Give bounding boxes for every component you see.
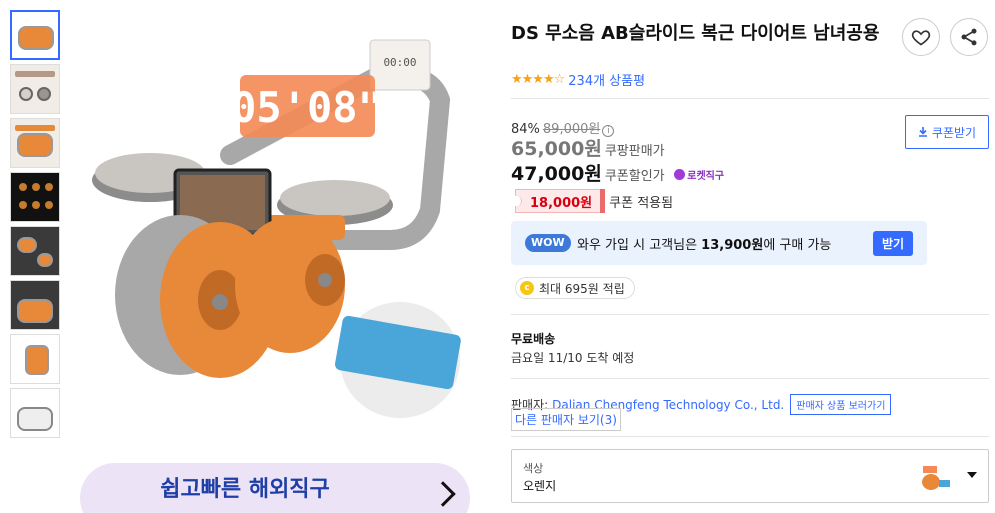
thumbnail-dot: [32, 201, 40, 209]
wow-receive-button[interactable]: 받기: [873, 231, 913, 256]
other-sellers-button[interactable]: 다른 판매자 보기(3): [511, 408, 621, 431]
thumbnail-4[interactable]: [10, 172, 60, 222]
thumbnail-art: [37, 87, 51, 101]
mini-timer-text: 00:00: [383, 56, 416, 69]
thumbnail-art: [17, 299, 53, 323]
coupon-applied-row: 18,000원 쿠폰 적용됨: [515, 189, 673, 213]
rating-row[interactable]: ★★★★☆ 234개 상품평: [511, 70, 645, 89]
points-badge: c 최대 695원 적립: [515, 277, 635, 299]
timer-display-text: 05'08": [231, 83, 383, 132]
thumbnail-dot: [45, 183, 53, 191]
wow-badge: WOW: [525, 234, 571, 252]
coupon-price-row: 47,000원 쿠폰할인가 로켓직구: [511, 159, 724, 186]
thumbnail-art: [17, 237, 37, 253]
option-label: 색상: [523, 462, 544, 475]
thumbnail-art: [25, 345, 49, 375]
share-button[interactable]: [950, 18, 988, 56]
ab-roller-illustration: 00:00 05'08": [92, 39, 461, 418]
delivery-date: 금요일 11/10 도착 예정: [511, 351, 635, 365]
coupang-price-label: 쿠팡판매가: [604, 144, 665, 159]
thumbnail-art: [19, 87, 33, 101]
chevron-right-icon: [430, 481, 456, 507]
review-count-link[interactable]: 234개 상품평: [568, 70, 645, 89]
wow-price: 13,900원: [701, 238, 764, 253]
thumbnail-2[interactable]: [10, 64, 60, 114]
thumbnail-5[interactable]: [10, 226, 60, 276]
product-title: DS 무소음 AB슬라이드 복근 다이어트 남녀공용: [511, 23, 880, 44]
thumbnail-1[interactable]: [10, 10, 60, 60]
seller-products-link[interactable]: 판매자 상품 보러가기: [790, 394, 892, 415]
color-option-select[interactable]: 색상 오렌지: [511, 449, 989, 503]
divider: [511, 98, 989, 99]
divider: [511, 436, 989, 437]
wow-text-suffix: 에 구매 가능: [763, 238, 832, 253]
download-icon: [918, 127, 927, 137]
get-coupon-button[interactable]: 쿠폰받기: [905, 115, 989, 149]
wow-text-prefix: 와우 가입 시 고객님은: [577, 238, 702, 253]
thumbnail-art: [17, 407, 53, 431]
rating-stars: ★★★★☆: [511, 72, 565, 87]
wishlist-button[interactable]: [902, 18, 940, 56]
rocket-label: 로켓직구: [687, 171, 725, 182]
points-text: 최대 695원 적립: [539, 281, 625, 296]
share-icon: [961, 28, 977, 46]
banner-headline: 쉽고빠른 해외직구: [160, 477, 330, 502]
coupon-applied-label: 쿠폰 적용됨: [609, 195, 674, 211]
chevron-down-icon: [967, 472, 977, 478]
thumbnail-7[interactable]: [10, 334, 60, 384]
get-coupon-label: 쿠폰받기: [931, 125, 977, 140]
divider: [511, 378, 989, 379]
thumbnail-3[interactable]: [10, 118, 60, 168]
thumbnail-art: [37, 253, 53, 267]
coupang-price-row: 65,000원 쿠팡판매가: [511, 134, 665, 161]
shipping-title: 무료배송: [511, 332, 556, 346]
thumbnail-6[interactable]: [10, 280, 60, 330]
divider: [511, 314, 989, 315]
coupon-price-label: 쿠폰할인가: [604, 169, 665, 184]
option-thumbnail: [919, 460, 951, 492]
thumbnail-8[interactable]: [10, 388, 60, 438]
thumbnail-art: [15, 71, 55, 77]
coupang-price: 65,000원: [511, 138, 602, 160]
wow-membership-box: WOW 와우 가입 시 고객님은 13,900원에 구매 가능 받기: [511, 221, 927, 265]
thumbnail-dot: [32, 183, 40, 191]
coin-icon: c: [520, 281, 534, 295]
main-product-image[interactable]: 00:00 05'08": [80, 30, 485, 430]
rocket-direct-badge: 로켓직구: [674, 167, 724, 182]
product-page: 00:00 05'08" 쉽고빠른 해외직구 DS 무소음 AB슬라이드 복근 …: [0, 0, 995, 513]
coupon-price: 47,000원: [511, 163, 602, 185]
global-shipping-banner[interactable]: 쉽고빠른 해외직구: [80, 463, 470, 513]
thumbnail-art: [18, 26, 54, 50]
thumbnail-dot: [45, 201, 53, 209]
thumbnail-dot: [19, 201, 27, 209]
wow-text: 와우 가입 시 고객님은 13,900원에 구매 가능: [577, 234, 831, 253]
thumbnail-dot: [19, 183, 27, 191]
rocket-icon: [674, 169, 686, 180]
thumbnail-list: [10, 10, 60, 442]
thumbnail-art: [15, 125, 55, 131]
thumbnail-art: [17, 133, 53, 157]
option-value: 오렌지: [523, 479, 557, 493]
coupon-amount-tag: 18,000원: [515, 189, 606, 213]
heart-icon: [911, 30, 931, 46]
